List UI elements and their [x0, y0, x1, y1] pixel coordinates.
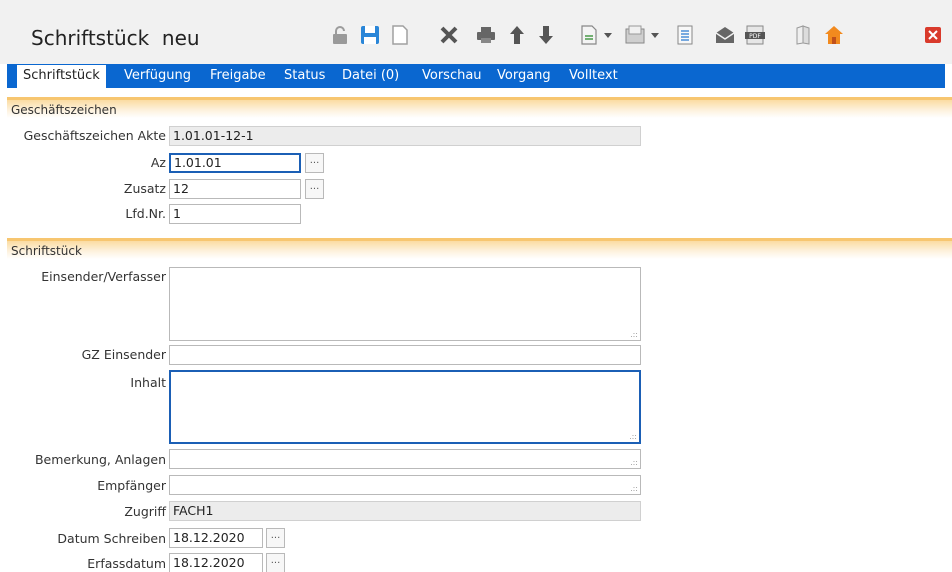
label-inhalt: Inhalt	[130, 375, 166, 390]
label-zugriff: Zugriff	[124, 504, 166, 519]
label-lfdnr: Lfd.Nr.	[125, 206, 166, 221]
arrow-down-icon[interactable]	[537, 24, 555, 46]
resize-grip-icon[interactable]: .::	[630, 485, 638, 493]
label-datum-schreiben: Datum Schreiben	[57, 531, 166, 546]
label-gz-einsender: GZ Einsender	[81, 347, 166, 362]
tab-volltext[interactable]: Volltext	[569, 64, 618, 88]
header-bar: Schriftstück neu PDF	[0, 0, 952, 64]
datum-schreiben-input[interactable]: 18.12.2020	[169, 528, 263, 548]
erfassdatum-input[interactable]: 18.12.2020	[169, 553, 263, 572]
list-document-icon[interactable]	[676, 24, 694, 46]
save-icon[interactable]	[359, 24, 381, 46]
label-bemerkung: Bemerkung, Anlagen	[34, 452, 166, 467]
tab-bar: Schriftstück Verfügung Freigabe Status D…	[7, 64, 945, 88]
tab-verfuegung[interactable]: Verfügung	[124, 64, 191, 88]
label-az: Az	[150, 155, 166, 170]
gz-einsender-input[interactable]	[169, 345, 641, 365]
tab-status[interactable]: Status	[284, 64, 325, 88]
delete-icon[interactable]	[439, 24, 459, 46]
zusatz-picker-button[interactable]: ...	[305, 179, 324, 199]
erfassdatum-picker-button[interactable]: ...	[266, 553, 285, 572]
label-gz-akte: Geschäftszeichen Akte	[23, 128, 166, 143]
tab-vorschau[interactable]: Vorschau	[422, 64, 482, 88]
section-header-schriftstueck: Schriftstück	[7, 238, 952, 259]
label-zusatz: Zusatz	[123, 181, 166, 196]
einsender-textarea[interactable]: .::	[169, 267, 641, 341]
tab-schriftstueck[interactable]: Schriftstück	[17, 65, 106, 88]
tab-vorgang[interactable]: Vorgang	[497, 64, 551, 88]
zugriff-field: FACH1	[169, 501, 641, 521]
resize-grip-icon[interactable]: .::	[629, 433, 637, 441]
label-erfassdatum: Erfassdatum	[87, 556, 166, 571]
new-document-icon[interactable]	[390, 24, 410, 46]
document-dropdown-icon[interactable]	[580, 24, 614, 46]
page-title: Schriftstück neu	[31, 26, 200, 50]
bemerkung-textarea[interactable]: .::	[169, 449, 641, 469]
datum-schreiben-picker-button[interactable]: ...	[266, 528, 285, 548]
close-icon[interactable]	[924, 24, 942, 46]
lock-icon[interactable]	[330, 24, 350, 46]
resize-grip-icon[interactable]: .::	[630, 331, 638, 339]
inhalt-textarea[interactable]: .::	[169, 370, 641, 444]
label-empfaenger: Empfänger	[97, 478, 166, 493]
tab-freigabe[interactable]: Freigabe	[210, 64, 266, 88]
section-header-geschaeftszeichen: Geschäftszeichen	[7, 97, 952, 118]
print-icon[interactable]	[475, 24, 497, 46]
tab-datei[interactable]: Datei (0)	[342, 64, 399, 88]
mail-icon[interactable]	[714, 24, 736, 46]
resize-grip-icon[interactable]: .::	[630, 459, 638, 467]
pdf-label: PDF	[749, 33, 761, 40]
empfaenger-textarea[interactable]: .::	[169, 475, 641, 495]
lfdnr-input[interactable]: 1	[169, 204, 301, 224]
zusatz-input[interactable]: 12	[169, 179, 301, 199]
pdf-icon[interactable]: PDF	[744, 24, 766, 46]
arrow-up-icon[interactable]	[508, 24, 526, 46]
book-icon[interactable]	[794, 24, 812, 46]
home-icon[interactable]	[823, 24, 845, 46]
gz-akte-field: 1.01.01-12-1	[169, 126, 641, 146]
label-einsender: Einsender/Verfasser	[41, 269, 166, 284]
az-picker-button[interactable]: ...	[305, 153, 324, 173]
az-input[interactable]: 1.01.01	[169, 153, 301, 173]
scan-dropdown-icon[interactable]	[625, 24, 661, 46]
